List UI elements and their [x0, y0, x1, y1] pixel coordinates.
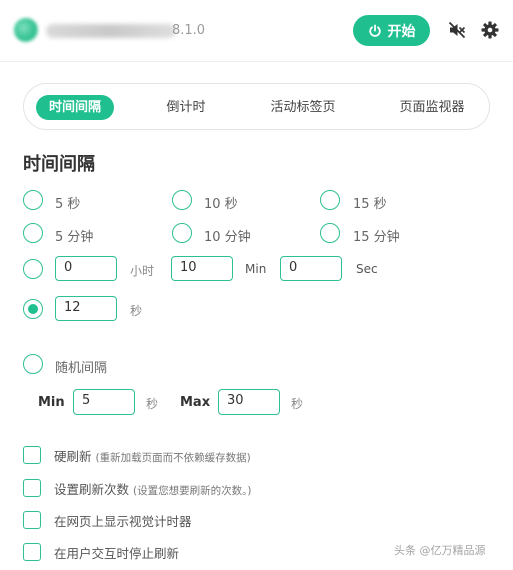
- custom-seconds-unit: 秒: [130, 304, 143, 318]
- tab-page-monitor[interactable]: 页面监视器: [390, 95, 474, 120]
- label-10-minutes: 10 分钟: [204, 230, 251, 245]
- checkbox-refresh-count[interactable]: [23, 479, 41, 497]
- label-refresh-count: 设置刷新次数 (设置您想要刷新的次数。): [54, 479, 251, 498]
- tab-active-tab[interactable]: 活动标签页: [260, 95, 346, 120]
- label-random-interval: 随机间隔: [55, 361, 108, 376]
- gear-icon[interactable]: [480, 20, 500, 40]
- seconds-input[interactable]: 0: [280, 256, 342, 281]
- checkbox-hard-refresh[interactable]: [23, 446, 41, 464]
- random-max-input[interactable]: 30: [218, 389, 280, 415]
- start-button-label: 开始: [387, 22, 416, 39]
- random-max-label: Max: [180, 395, 211, 410]
- speaker-muted-icon[interactable]: [447, 20, 467, 40]
- radio-15-minutes[interactable]: [320, 223, 340, 243]
- minutes-unit: Min: [245, 262, 267, 276]
- app-name-blurred: [46, 24, 176, 38]
- label-visual-timer: 在网页上显示视觉计时器: [54, 514, 192, 529]
- hard-refresh-text: 硬刷新: [54, 449, 92, 464]
- refresh-count-hint: (设置您想要刷新的次数。): [133, 485, 252, 497]
- radio-15-seconds[interactable]: [320, 190, 340, 210]
- tab-interval[interactable]: 时间间隔: [36, 95, 114, 120]
- mode-tabs: 时间间隔 倒计时 活动标签页 页面监视器: [23, 83, 490, 130]
- seconds-unit: Sec: [356, 262, 378, 276]
- minutes-input[interactable]: 10: [171, 256, 233, 281]
- radio-5-minutes[interactable]: [23, 223, 43, 243]
- checkbox-stop-on-interaction[interactable]: [23, 543, 41, 561]
- random-min-label: Min: [38, 395, 65, 410]
- app-version: 8.1.0: [172, 23, 206, 38]
- label-5-minutes: 5 分钟: [55, 230, 94, 245]
- label-15-minutes: 15 分钟: [353, 230, 400, 245]
- label-stop-on-interaction: 在用户交互时停止刷新: [54, 546, 180, 561]
- radio-10-minutes[interactable]: [172, 223, 192, 243]
- watermark: 头条 @亿万精品源: [394, 544, 486, 557]
- random-min-input[interactable]: 5: [73, 389, 135, 415]
- radio-10-seconds[interactable]: [172, 190, 192, 210]
- radio-custom-hms[interactable]: [23, 259, 43, 279]
- label-10-seconds: 10 秒: [204, 197, 238, 212]
- refresh-count-text: 设置刷新次数: [54, 482, 130, 497]
- label-15-seconds: 15 秒: [353, 197, 387, 212]
- app-header: 8.1.0 开始: [0, 0, 513, 62]
- hard-refresh-hint: (重新加载页面而不依赖缓存数据): [95, 452, 251, 464]
- radio-random-interval[interactable]: [23, 354, 43, 374]
- section-title: 时间间隔: [23, 154, 95, 175]
- power-icon: [368, 23, 381, 37]
- radio-5-seconds[interactable]: [23, 190, 43, 210]
- random-min-unit: 秒: [146, 397, 159, 411]
- label-hard-refresh: 硬刷新 (重新加载页面而不依赖缓存数据): [54, 446, 251, 465]
- custom-seconds-input[interactable]: 12: [55, 296, 117, 321]
- checkbox-visual-timer[interactable]: [23, 511, 41, 529]
- tab-countdown[interactable]: 倒计时: [152, 95, 220, 120]
- radio-custom-seconds[interactable]: [23, 299, 43, 319]
- hours-unit: 小时: [130, 264, 155, 278]
- label-5-seconds: 5 秒: [55, 197, 81, 212]
- app-logo: [14, 18, 38, 42]
- hours-input[interactable]: 0: [55, 256, 117, 281]
- random-max-unit: 秒: [291, 397, 304, 411]
- start-button[interactable]: 开始: [353, 15, 430, 46]
